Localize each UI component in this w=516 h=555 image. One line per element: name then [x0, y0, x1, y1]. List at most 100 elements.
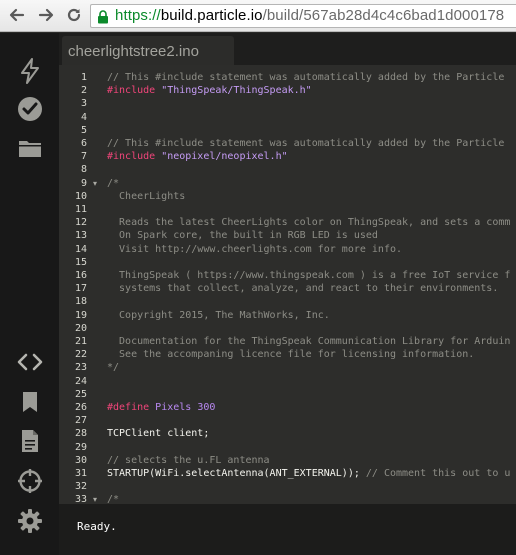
code-line[interactable]: TCPClient client; [101, 427, 516, 440]
code-line[interactable]: ThingSpeak ( https://www.thingspeak.com … [101, 269, 516, 282]
code-line[interactable]: #define Pixels 300 [101, 401, 516, 414]
fold-toggle-icon[interactable]: ▾ [93, 177, 97, 190]
url-host: build.particle.io [160, 7, 263, 24]
sidebar-item-code[interactable] [15, 347, 45, 377]
code-line-text: See the accompaning licence file for lic… [107, 348, 474, 361]
code-line[interactable]: Reads the latest CheerLights color on Th… [101, 216, 516, 229]
code-line[interactable]: Documentation for the ThingSpeak Communi… [101, 335, 516, 348]
line-number: 3 [80, 98, 87, 110]
code-token: Visit http://www.cheerlights.com for mor… [107, 243, 403, 255]
line-number: 24 [74, 375, 87, 387]
flash-icon [21, 58, 39, 84]
code-line-text: Documentation for the ThingSpeak Communi… [107, 335, 510, 348]
line-number: 11 [74, 204, 87, 215]
code-token: #define [107, 402, 156, 413]
sidebar-item-files[interactable] [15, 133, 45, 163]
arrow-left-icon [9, 8, 25, 22]
code-line[interactable]: On Spark core, the built in RGB LED is u… [101, 229, 516, 242]
line-number: 5 [80, 124, 87, 136]
code-line-text: #define Pixels 300 [107, 401, 215, 414]
code-line-text: Visit http://www.cheerlights.com for mor… [107, 243, 402, 256]
code-line[interactable] [101, 480, 516, 493]
sidebar-item-verify[interactable] [15, 94, 45, 124]
code-line-text: On Spark core, the built in RGB LED is u… [107, 229, 378, 242]
code-token: // Comment this out to u [365, 468, 511, 479]
code-line[interactable]: /* [101, 177, 516, 190]
code-line[interactable]: // This #include statement was automatic… [101, 137, 516, 150]
line-number: 10 [74, 190, 87, 202]
sidebar-item-docs[interactable] [15, 426, 45, 456]
code-token: // This #include statement was automatic… [107, 72, 505, 83]
line-number: 12 [74, 217, 87, 229]
settings-icon [18, 509, 42, 533]
line-number: 6 [80, 138, 87, 149]
files-icon [19, 141, 41, 157]
line-number: 23 [74, 362, 87, 374]
line-number: 17 [74, 283, 87, 295]
code-token: TCPClient client; [107, 428, 210, 440]
line-number: 1 [80, 72, 87, 83]
reload-button[interactable] [63, 4, 85, 26]
code-token: STARTUP(WiFi.selectAntenna(ANT_EXTERNAL)… [107, 468, 366, 479]
lock-icon [98, 10, 108, 24]
code-line[interactable] [101, 388, 516, 401]
tab-cheerlightstree2[interactable]: cheerlightstree2.ino [62, 36, 234, 65]
code-line[interactable]: Visit http://www.cheerlights.com for mor… [101, 243, 516, 256]
code-line[interactable]: CheerLights [101, 190, 516, 203]
code-line[interactable] [101, 256, 516, 269]
code-line[interactable]: #include "ThingSpeak/ThingSpeak.h" [101, 84, 516, 97]
code-line[interactable] [101, 295, 516, 308]
arrow-right-icon [38, 8, 54, 22]
code-token: "ThingSpeak/ThingSpeak.h" [161, 85, 312, 97]
sidebar-item-libraries[interactable] [15, 387, 45, 417]
code-line[interactable]: // This #include statement was automatic… [101, 71, 516, 84]
code-line-text: // selects the u.FL antenna [107, 454, 270, 467]
code-token: systems that collect, analyze, and react… [107, 283, 499, 295]
back-button[interactable] [6, 4, 28, 26]
code-line-text: CheerLights [107, 190, 185, 203]
code-line-text: */ [107, 361, 119, 374]
code-line-text: Copyright 2015, The MathWorks, Inc. [107, 309, 330, 322]
devices-icon [18, 469, 42, 493]
code-line[interactable] [101, 441, 516, 454]
line-number: 31 [74, 468, 87, 479]
code-line[interactable] [101, 111, 516, 124]
code-line[interactable]: Copyright 2015, The MathWorks, Inc. [101, 309, 516, 322]
line-number-gutter: 1 2 3 4 5 6 7 8 9 ▾ 10 11 12 13 14 15 16 17 18 19 20 21 22 23 24… [59, 65, 101, 527]
code-line[interactable]: #include "neopixel/neopixel.h" [101, 150, 516, 163]
code-editor[interactable]: 1 2 3 4 5 6 7 8 9 ▾ 10 11 12 13 14 15 16 17 18 19 20 21 22 23 24… [59, 65, 516, 527]
line-number: 20 [74, 322, 87, 334]
code-line[interactable]: systems that collect, analyze, and react… [101, 282, 516, 295]
code-line[interactable]: */ [101, 361, 516, 374]
line-number: 18 [74, 296, 87, 308]
code-line-text: systems that collect, analyze, and react… [107, 282, 498, 295]
line-number: 13 [74, 230, 87, 242]
code-line[interactable]: STARTUP(WiFi.selectAntenna(ANT_EXTERNAL)… [101, 467, 516, 480]
code-token: Documentation for the ThingSpeak Communi… [107, 336, 511, 347]
code-line[interactable] [101, 322, 516, 335]
line-number: 19 [74, 309, 87, 321]
sidebar-item-settings[interactable] [15, 506, 45, 536]
line-number: 15 [74, 256, 87, 268]
line-number: 27 [74, 415, 87, 427]
code-line[interactable]: // selects the u.FL antenna [101, 454, 516, 467]
browser-toolbar: https://build.particle.io/build/567ab28d… [0, 0, 516, 32]
address-bar[interactable]: https://build.particle.io/build/567ab28d… [90, 4, 516, 28]
code-line[interactable] [101, 163, 516, 176]
code-line-text: ThingSpeak ( https://www.thingspeak.com … [107, 269, 510, 282]
line-number: 2 [80, 85, 87, 97]
code-line[interactable] [101, 124, 516, 137]
sidebar-item-flash[interactable] [15, 56, 45, 86]
code-line[interactable] [101, 375, 516, 388]
line-number: 16 [74, 270, 87, 281]
status-text: Ready. [77, 520, 117, 533]
code-line[interactable] [101, 97, 516, 110]
forward-button[interactable] [35, 4, 57, 26]
sidebar-item-devices[interactable] [15, 466, 45, 496]
verify-icon [18, 97, 42, 121]
code-line[interactable] [101, 203, 516, 216]
code-line[interactable]: See the accompaning licence file for lic… [101, 348, 516, 361]
code-line[interactable] [101, 414, 516, 427]
code-area[interactable]: // This #include statement was automatic… [101, 65, 516, 527]
line-number: 7 [80, 151, 87, 163]
